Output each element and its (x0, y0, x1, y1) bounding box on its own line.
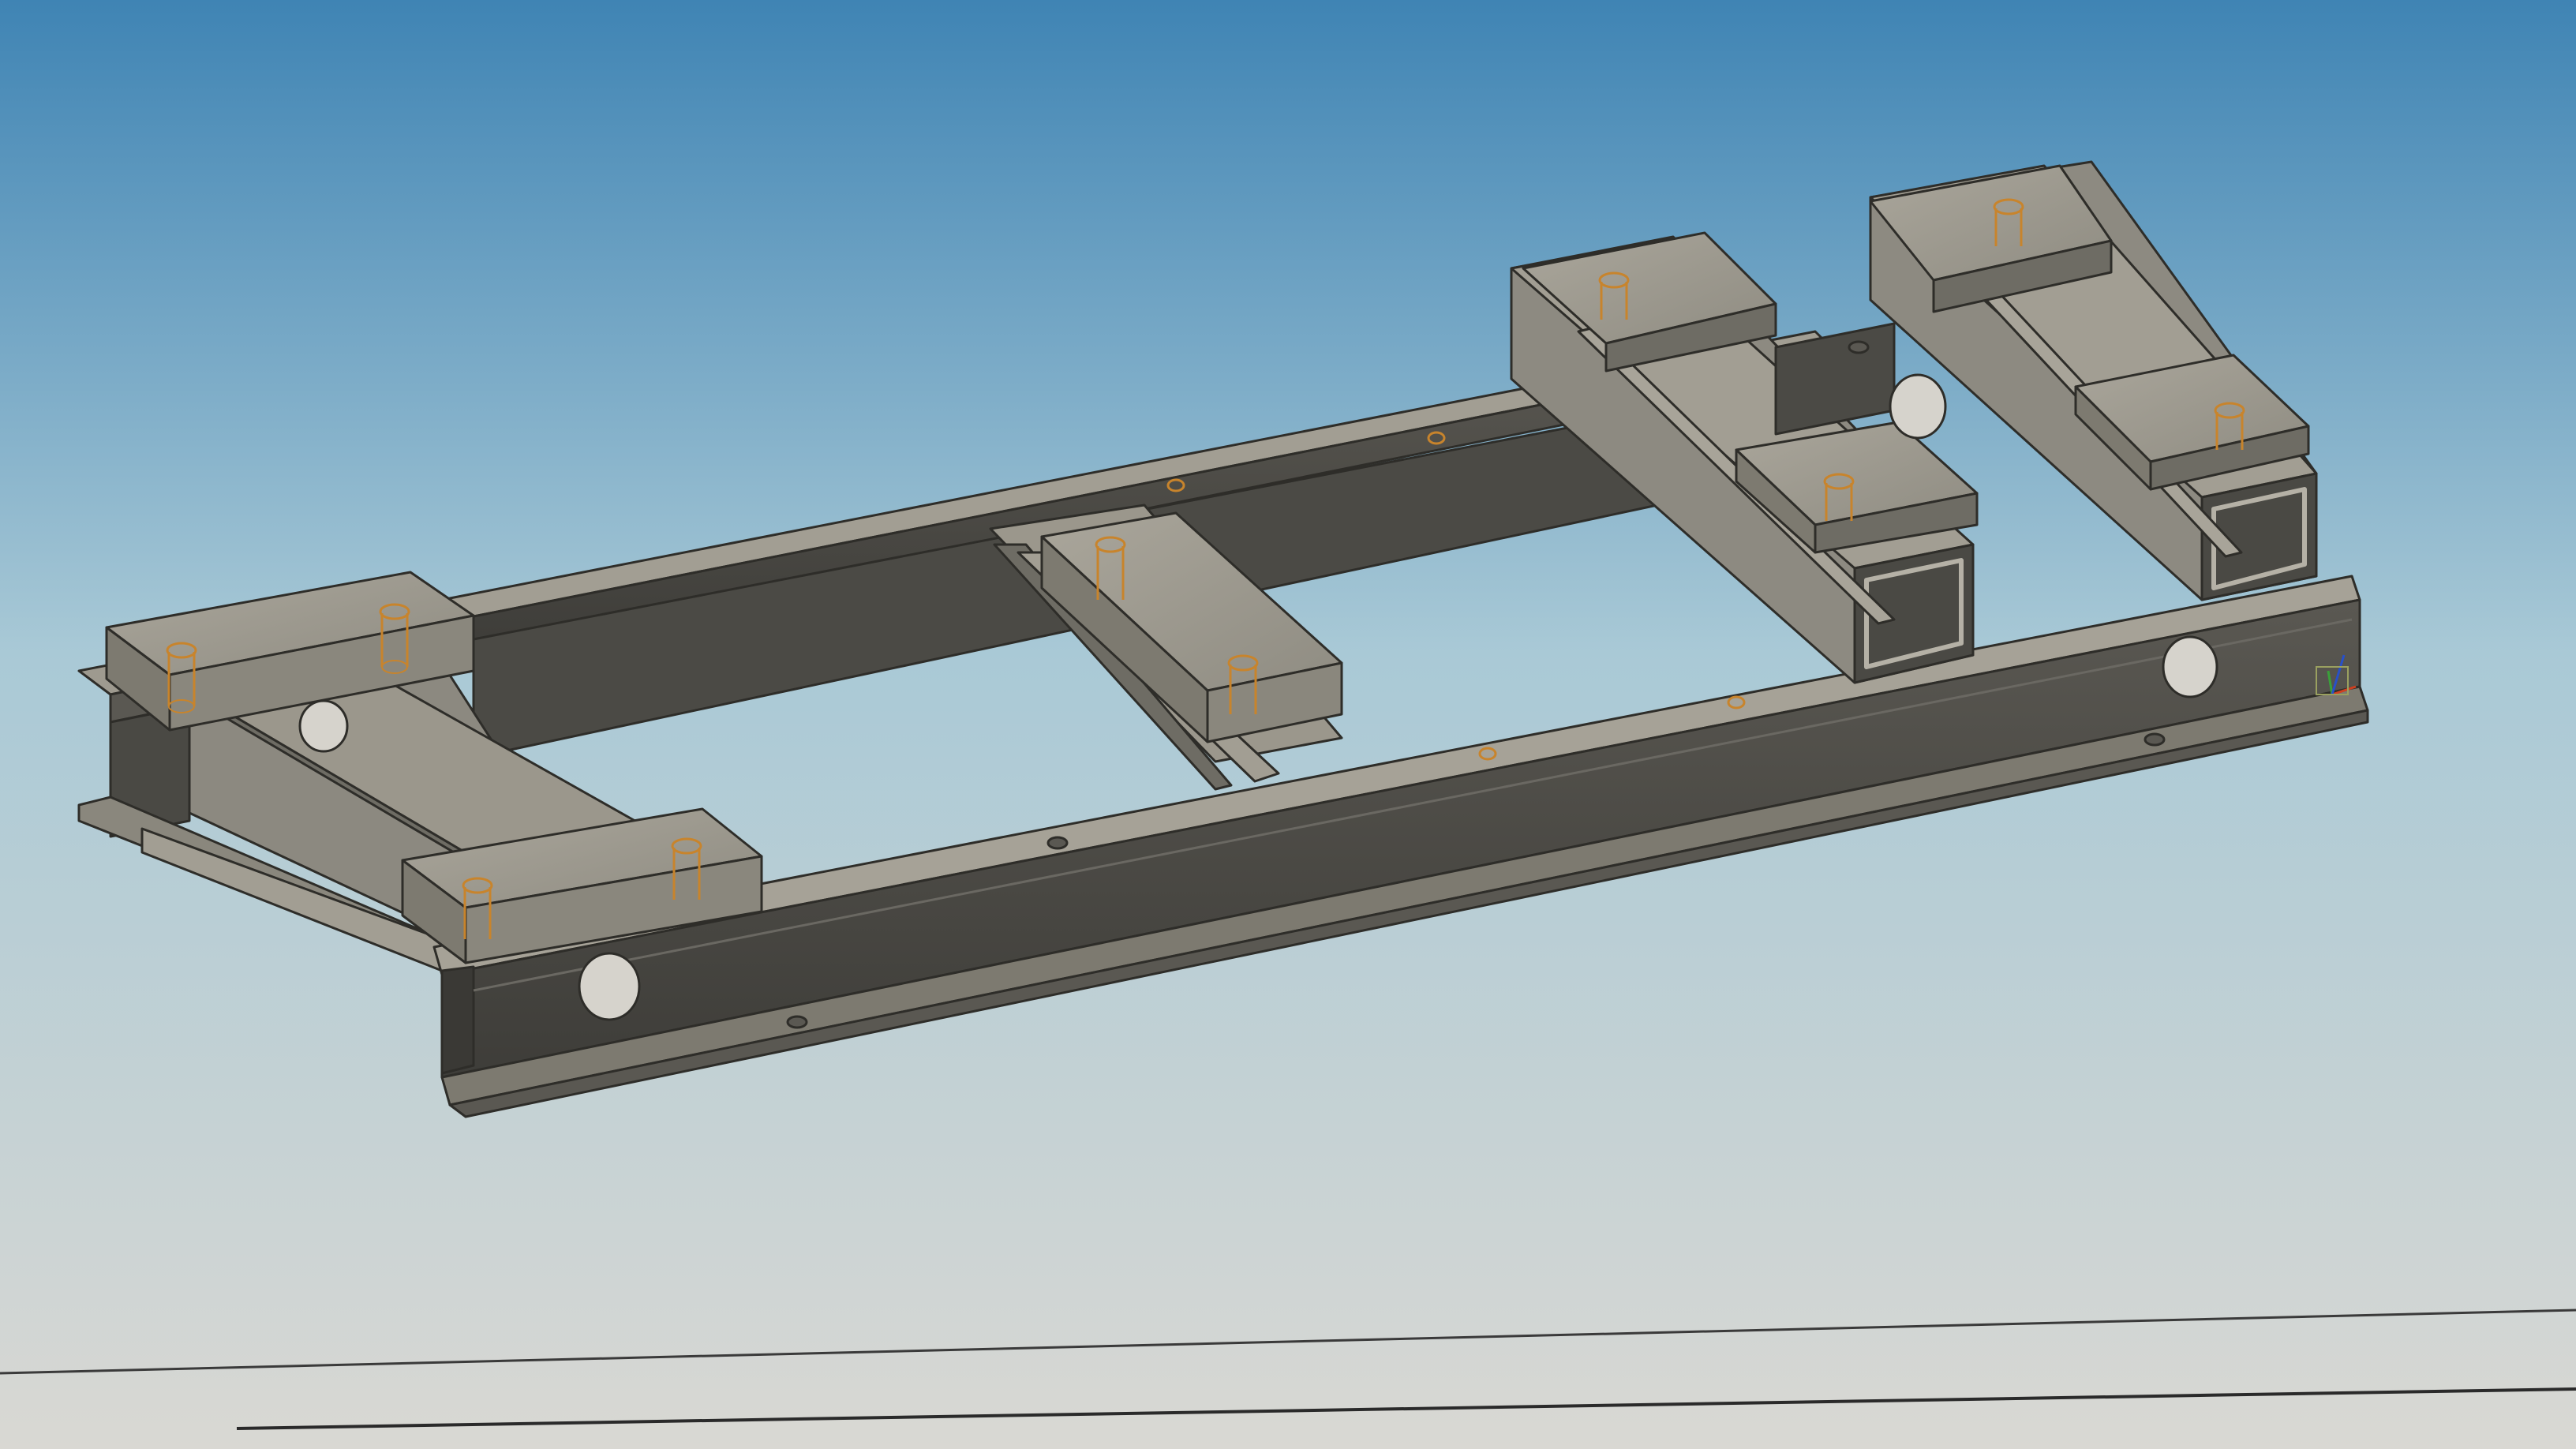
rail-hole (298, 699, 349, 753)
rail-hole (2162, 635, 2218, 698)
cad-model-view[interactable] (0, 0, 2576, 1449)
rail-hole (578, 952, 641, 1021)
cad-graphics-viewport[interactable] (0, 0, 2576, 1449)
rail-hole (1889, 373, 1947, 440)
